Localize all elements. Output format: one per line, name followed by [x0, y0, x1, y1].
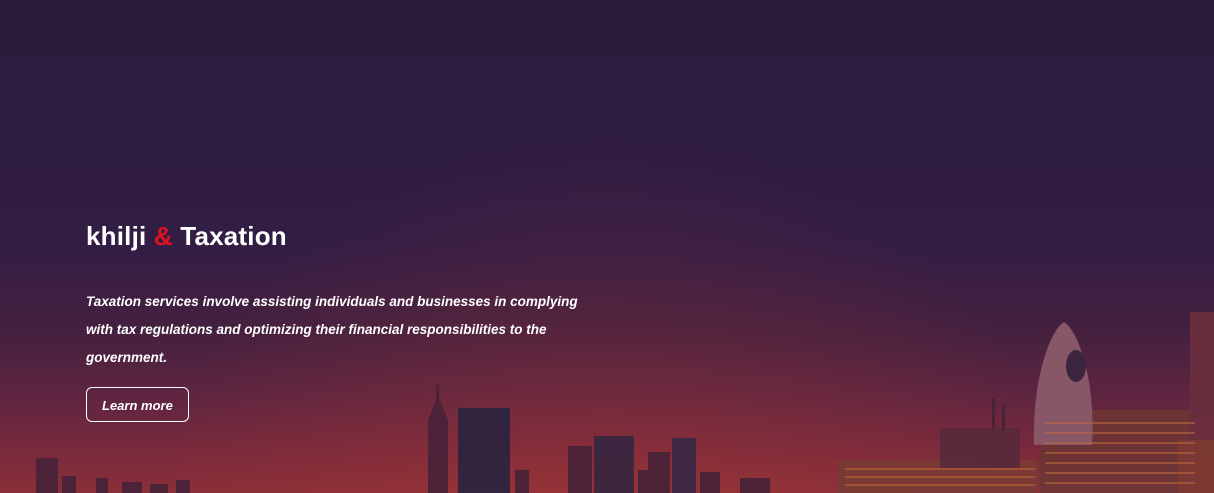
- hero-title-brand: khilji: [86, 221, 147, 251]
- learn-more-button[interactable]: Learn more: [86, 387, 189, 422]
- hero-banner: khilji & Taxation Taxation services invo…: [0, 0, 1214, 493]
- hero-title-ampersand: &: [153, 221, 173, 251]
- hero-title-service: Taxation: [180, 221, 287, 251]
- hero-content: khilji & Taxation Taxation services invo…: [86, 218, 626, 422]
- hero-description: Taxation services involve assisting indi…: [86, 294, 578, 365]
- hero-title: khilji & Taxation: [86, 218, 626, 254]
